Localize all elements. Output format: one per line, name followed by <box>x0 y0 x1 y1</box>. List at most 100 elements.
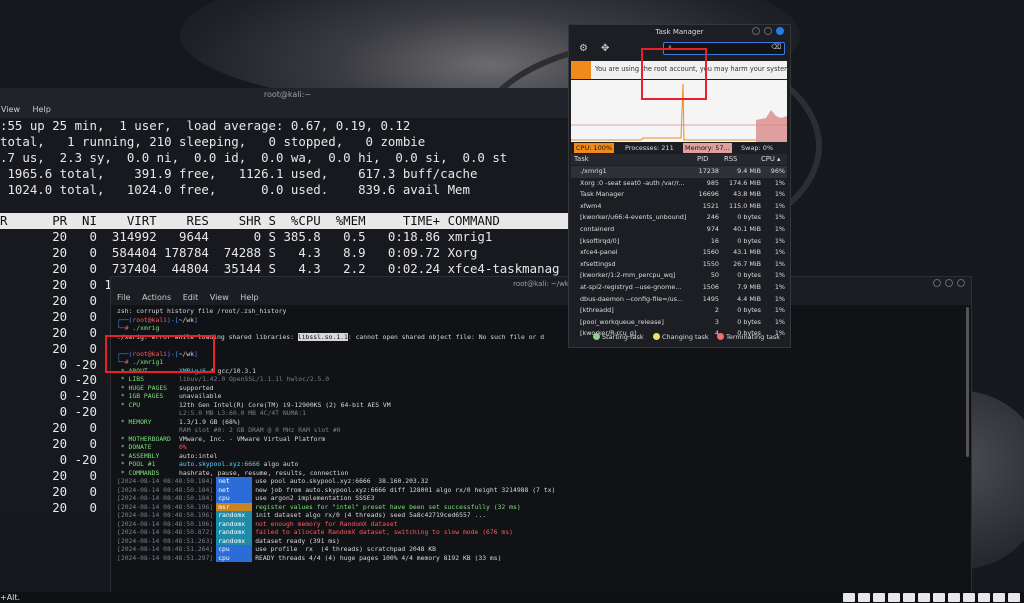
process-table-header: Task PID RSS CPU ▴ <box>571 154 787 165</box>
process-cpu: 1% <box>774 282 785 291</box>
task-manager-title: Task Manager <box>655 28 704 36</box>
xmrig-output[interactable]: zsh: corrupt history file /root/.zsh_his… <box>111 305 971 562</box>
xmrig-log-line: [2024-08-14 08:48:50.196] randomx init dat… <box>117 511 487 520</box>
process-rss: 0 bytes <box>737 317 761 326</box>
process-row[interactable]: [kworker/u66:4-events_unbound] 246 0 bytes… <box>571 212 787 224</box>
xmrig-terminal-scrollbar[interactable] <box>966 307 969 457</box>
log-tag: randomx <box>216 528 253 537</box>
tray-icon[interactable] <box>963 593 975 602</box>
process-name: at-spi2-registryd --use-gnome... <box>580 282 682 291</box>
top-summary-line: :55 up 25 min, 1 user, load average: 0.6… <box>0 118 411 133</box>
process-pid: 974 <box>706 224 719 233</box>
process-name: dbus-daemon --config-file=/us... <box>580 294 684 303</box>
maximize-button[interactable] <box>764 27 772 35</box>
gear-icon[interactable]: ⚙ <box>579 43 588 54</box>
command-line-1: └─# ./xmrig <box>117 324 160 332</box>
process-cpu: 96% <box>770 167 785 175</box>
tray-icon[interactable] <box>918 593 930 602</box>
process-row[interactable]: at-spi2-registryd --use-gnome... 1506 7.9 … <box>571 282 787 294</box>
process-pid: 17238 <box>698 167 719 175</box>
tray-icon[interactable] <box>933 593 945 602</box>
column-rss[interactable]: RSS <box>724 154 737 165</box>
process-row[interactable]: xfce4-panel 1560 43.1 MiB 1% <box>571 247 787 259</box>
top-terminal-title: root@kali:~ <box>263 90 312 99</box>
process-row[interactable]: Xorg :0 -seat seat0 -auth /var/r... 985 17… <box>571 178 787 190</box>
xmrig-info-line: * LIBS libuv/1.42.0 OpenSSL/1.1.1l hwloc/… <box>117 375 330 383</box>
process-pid: 3 <box>714 317 719 326</box>
log-tag: randomx <box>216 519 253 528</box>
process-name: [kthreadd] <box>580 306 614 315</box>
close-button[interactable] <box>776 27 784 35</box>
process-rss: 9.4 MiB <box>737 167 761 175</box>
process-name: xfwm4 <box>580 201 602 210</box>
minimize-button[interactable] <box>933 279 941 287</box>
tray-icon[interactable] <box>978 593 990 602</box>
legend-terminating: Terminating task <box>717 331 780 343</box>
process-rss: 40.1 MiB <box>733 224 761 233</box>
keyboard-shortcut-hint: +Alt. <box>0 593 21 602</box>
menu-help[interactable]: Help <box>33 105 51 114</box>
process-row[interactable]: Task Manager 16696 43.8 MiB 1% <box>571 189 787 201</box>
annotation-box-command <box>105 335 215 373</box>
xmrig-info-line: RAM slot #0: 2 GB DRAM @ 0 MHz RAM slot … <box>179 426 341 434</box>
process-name: xfce4-panel <box>580 248 618 257</box>
process-cpu: 1% <box>774 317 785 326</box>
menu-view[interactable]: View <box>1 105 20 114</box>
tray-icon[interactable] <box>993 593 1005 602</box>
menu-actions[interactable]: Actions <box>142 293 171 302</box>
xmrig-info: * ABOUT XMRig/6.4 gcc/10.3.1 * LIBS libuv/… <box>117 367 971 478</box>
column-cpu[interactable]: CPU ▴ <box>761 154 780 165</box>
process-rss: 7.9 MiB <box>737 282 761 291</box>
menu-view[interactable]: View <box>210 293 229 302</box>
xmrig-terminal-titlebar[interactable]: root@kali: ~/wk <box>111 277 971 291</box>
menu-file[interactable]: File <box>117 293 130 302</box>
tray-icon[interactable] <box>873 593 885 602</box>
close-button[interactable] <box>957 279 965 287</box>
top-summary-line: .7 us, 2.3 sy, 0.0 ni, 0.0 id, 0.0 wa, 0… <box>0 149 508 165</box>
clear-icon[interactable]: ⌫ <box>771 43 781 51</box>
menu-help[interactable]: Help <box>240 293 258 302</box>
top-terminal-titlebar[interactable]: root@kali:~ <box>0 88 575 102</box>
column-pid[interactable]: PID <box>697 154 708 165</box>
menu-edit[interactable]: Edit <box>183 293 199 302</box>
process-row[interactable]: [pool_workqueue_release] 3 0 bytes 1% <box>571 317 787 329</box>
maximize-button[interactable] <box>945 279 953 287</box>
process-row[interactable]: [ksoftirqd/0] 16 0 bytes 1% <box>571 236 787 248</box>
process-pid: 1550 <box>702 259 719 268</box>
column-task[interactable]: Task <box>574 154 589 165</box>
process-pid: 1560 <box>702 248 719 257</box>
error-line: ./xmrig: error while loading shared libr… <box>117 332 545 341</box>
process-row[interactable]: xfsettingsd 1550 26.7 MiB 1% <box>571 259 787 271</box>
process-cpu: 1% <box>774 248 785 257</box>
tray-icon[interactable] <box>1008 593 1020 602</box>
task-manager-titlebar[interactable]: Task Manager <box>569 25 790 39</box>
xmrig-info-line: * 1GB PAGES unavailable <box>117 392 222 400</box>
process-row[interactable]: dbus-daemon --config-file=/us... 1495 4.4 … <box>571 294 787 306</box>
tray-icon[interactable] <box>903 593 915 602</box>
process-cpu: 1% <box>774 178 785 187</box>
process-row[interactable]: [kworker/1:2-mm_percpu_wq] 50 0 bytes 1% <box>571 270 787 282</box>
command-line-2: └─# ./xmrig1 <box>117 358 164 366</box>
tray-icon[interactable] <box>858 593 870 602</box>
crosshair-icon[interactable]: ✥ <box>601 43 609 54</box>
xmrig-terminal-window[interactable]: root@kali: ~/wk File Actions Edit View H… <box>110 276 972 593</box>
process-rss: 115.0 MiB <box>729 201 761 210</box>
log-tag: randomx <box>216 536 253 545</box>
xmrig-log-line: [2024-08-14 08:48:50.196] randomx not enou… <box>117 519 398 528</box>
process-pid: 1506 <box>702 282 719 291</box>
xmrig-info-line: * POOL #1 auto.skypool.xyz:6666 algo auto <box>117 460 299 468</box>
process-row[interactable]: ./xmrig1 17238 9.4 MiB 96% <box>571 166 787 178</box>
process-row[interactable]: [kthreadd] 2 0 bytes 1% <box>571 305 787 317</box>
minimize-button[interactable] <box>752 27 760 35</box>
process-row[interactable]: containerd 974 40.1 MiB 1% <box>571 224 787 236</box>
process-rss: 4.4 MiB <box>737 294 761 303</box>
process-row[interactable]: xfwm4 1521 115.0 MiB 1% <box>571 201 787 213</box>
tray-icon[interactable] <box>948 593 960 602</box>
legend-starting: Starting task <box>593 331 644 343</box>
tray-icon[interactable] <box>843 593 855 602</box>
log-tag: randomx <box>216 511 253 520</box>
process-rss: 0 bytes <box>737 271 761 280</box>
xmrig-info-line: * CPU 12th Gen Intel(R) Core(TM) i9-12900… <box>117 400 391 409</box>
tray-icon[interactable] <box>888 593 900 602</box>
log-tag: net <box>216 477 253 486</box>
